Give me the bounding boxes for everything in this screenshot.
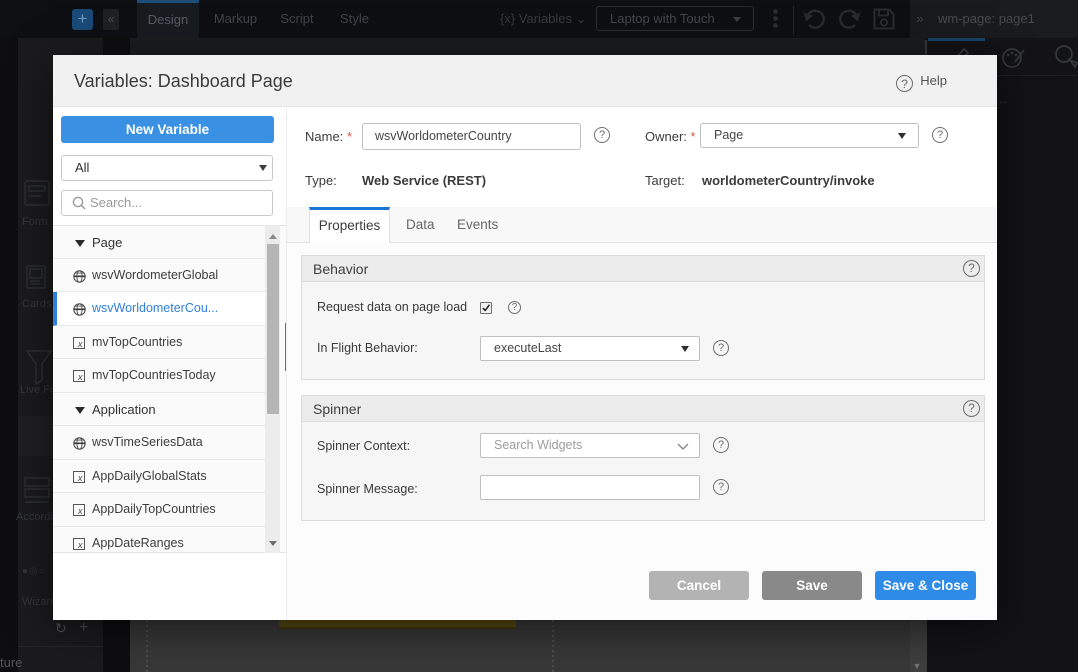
svg-text:x: x [77,540,83,550]
svg-text:x: x [77,473,83,483]
svg-text:x: x [77,339,83,349]
svg-text:x: x [77,506,83,516]
svg-text:x: x [77,372,83,382]
